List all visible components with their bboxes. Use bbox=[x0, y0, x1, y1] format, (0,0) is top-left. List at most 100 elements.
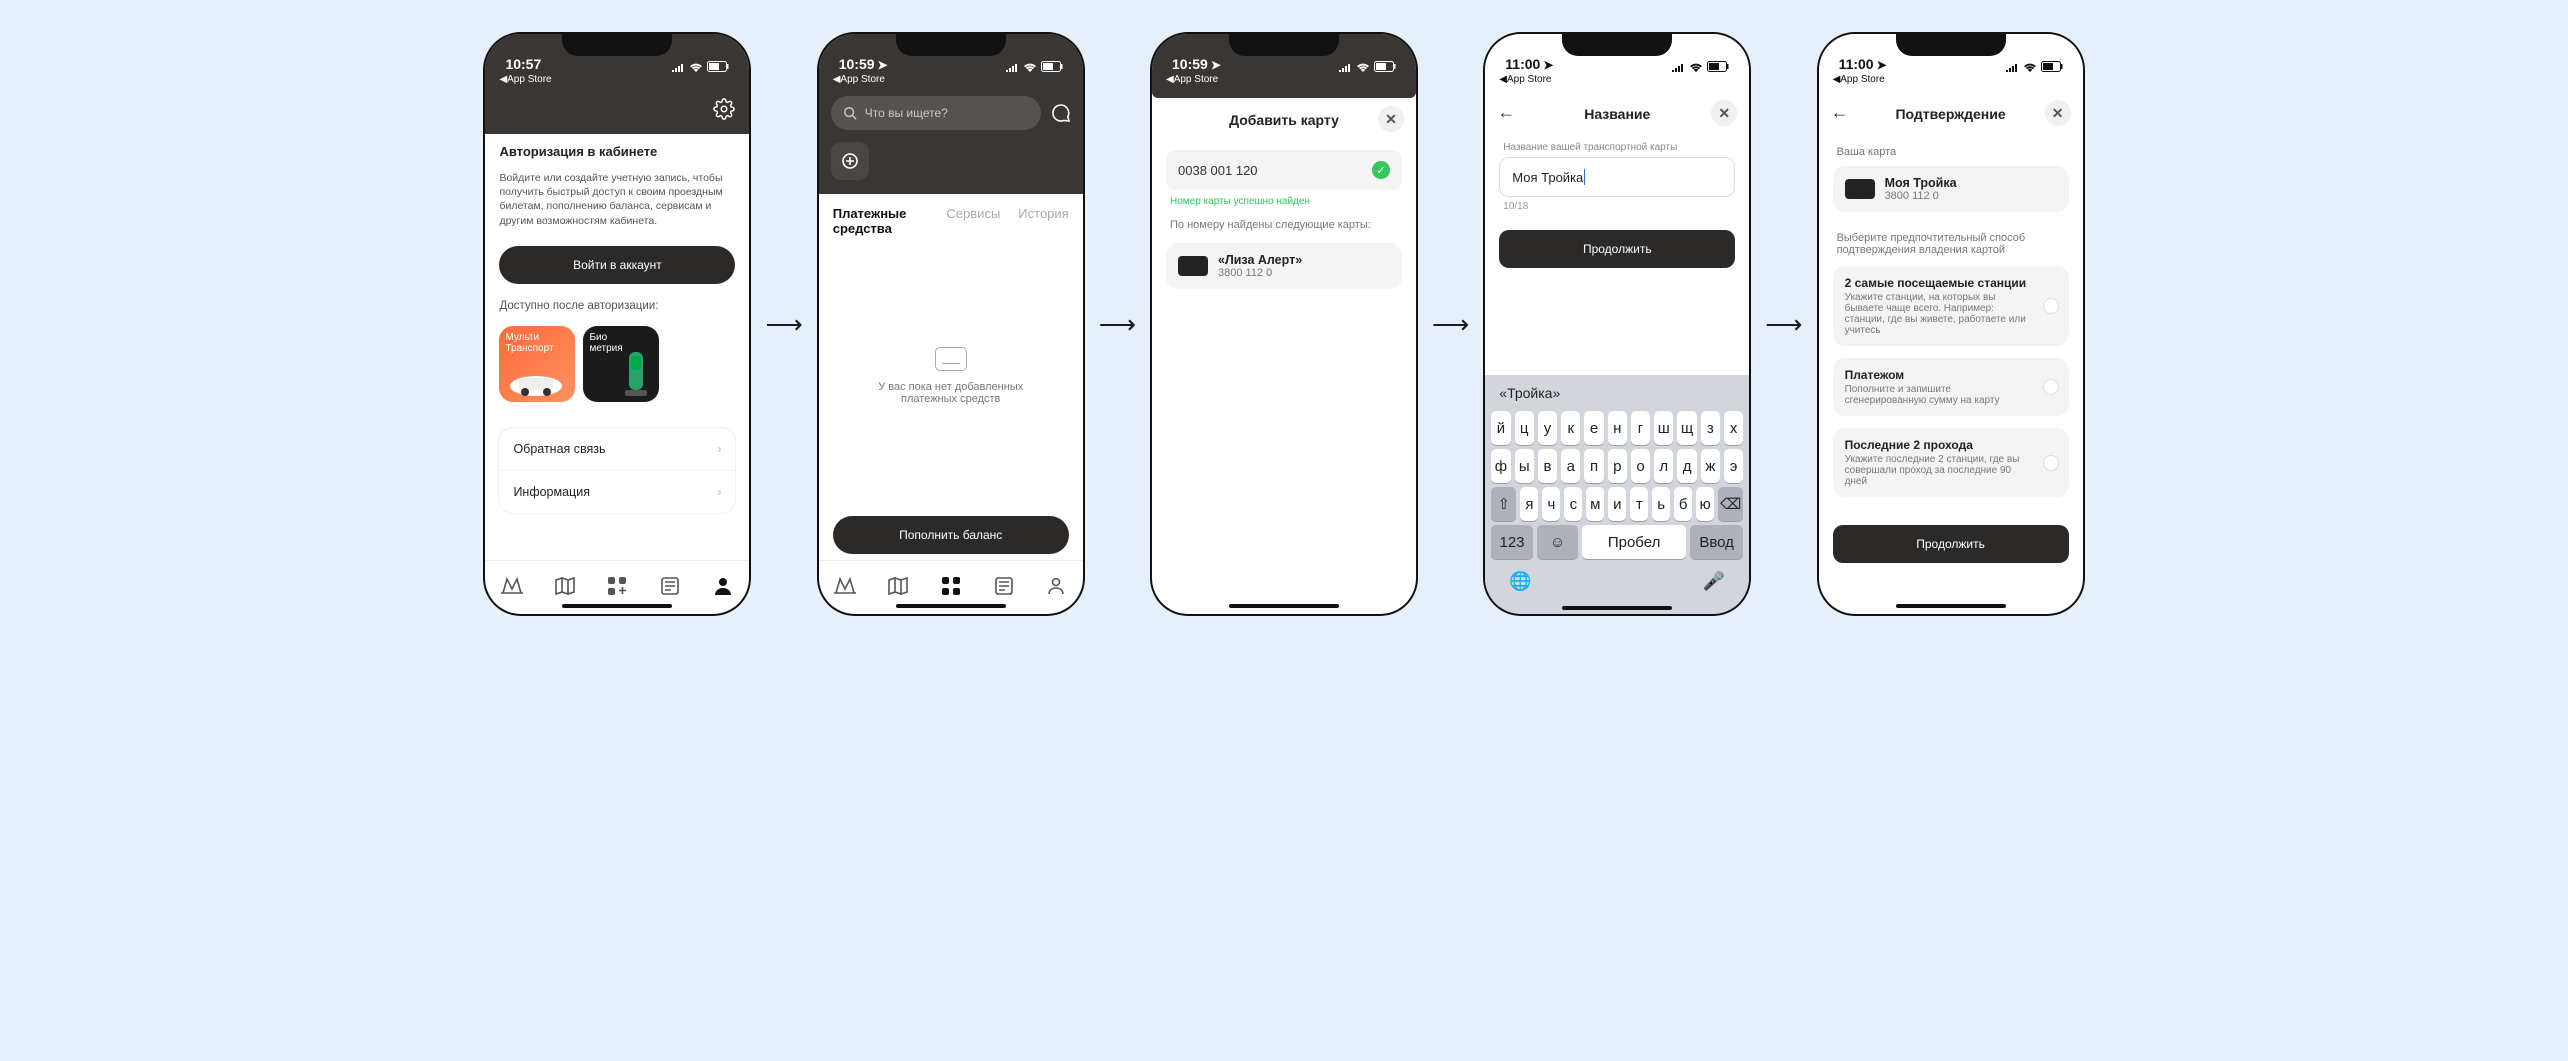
key-з[interactable]: з bbox=[1701, 411, 1720, 445]
key-у[interactable]: у bbox=[1538, 411, 1557, 445]
key-и[interactable]: и bbox=[1608, 487, 1626, 521]
key-м[interactable]: м bbox=[1586, 487, 1604, 521]
close-icon[interactable]: ✕ bbox=[1378, 106, 1404, 132]
key-с[interactable]: с bbox=[1564, 487, 1582, 521]
arrow-icon: ⟶ bbox=[1765, 309, 1802, 340]
arrow-icon: ⟶ bbox=[1099, 309, 1136, 340]
back-to-appstore[interactable]: ◀ App Store bbox=[485, 74, 749, 92]
arrow-icon: ⟶ bbox=[765, 309, 802, 340]
back-to-appstore[interactable]: ◀ App Store bbox=[819, 74, 1083, 92]
key-о[interactable]: о bbox=[1631, 449, 1650, 483]
chevron-right-icon: › bbox=[717, 442, 721, 456]
tab-news-icon[interactable] bbox=[658, 574, 682, 598]
key-а[interactable]: а bbox=[1561, 449, 1580, 483]
location-icon: ➤ bbox=[1877, 58, 1887, 72]
add-card-button[interactable] bbox=[831, 142, 869, 180]
key-ы[interactable]: ы bbox=[1515, 449, 1534, 483]
keyboard-suggestion[interactable]: «Тройка» bbox=[1489, 381, 1745, 407]
feedback-item[interactable]: Обратная связь› bbox=[499, 428, 735, 470]
key-к[interactable]: к bbox=[1561, 411, 1580, 445]
tab-metro-icon[interactable] bbox=[500, 574, 524, 598]
tab-profile-icon[interactable] bbox=[711, 574, 735, 598]
key-ь[interactable]: ь bbox=[1652, 487, 1670, 521]
promo-biometry[interactable]: Био метрия bbox=[583, 326, 659, 402]
option-stations[interactable]: 2 самые посещаемые станцииУкажите станци… bbox=[1833, 266, 2069, 346]
tab-services[interactable]: Сервисы bbox=[946, 206, 1000, 236]
back-to-appstore[interactable]: ◀ App Store bbox=[1819, 74, 2083, 92]
key-shift[interactable]: ⇧ bbox=[1491, 487, 1516, 521]
key-ш[interactable]: ш bbox=[1654, 411, 1673, 445]
key-я[interactable]: я bbox=[1520, 487, 1538, 521]
close-icon[interactable]: ✕ bbox=[2045, 100, 2071, 126]
continue-button[interactable]: Продолжить bbox=[1833, 525, 2069, 563]
settings-icon[interactable] bbox=[713, 98, 735, 120]
topup-button[interactable]: Пополнить баланс bbox=[833, 516, 1069, 554]
key-ф[interactable]: ф bbox=[1491, 449, 1510, 483]
card-icon bbox=[1845, 179, 1875, 199]
location-icon: ➤ bbox=[1211, 58, 1221, 72]
key-ж[interactable]: ж bbox=[1701, 449, 1720, 483]
key-й[interactable]: й bbox=[1491, 411, 1510, 445]
key-щ[interactable]: щ bbox=[1677, 411, 1696, 445]
back-icon[interactable]: ← bbox=[1831, 102, 1849, 123]
option-payment[interactable]: ПлатежомПополните и запишите сгенерирова… bbox=[1833, 358, 2069, 416]
key-э[interactable]: э bbox=[1724, 449, 1743, 483]
tab-services-icon[interactable] bbox=[605, 574, 629, 598]
tab-services-icon[interactable] bbox=[939, 574, 963, 598]
key-ю[interactable]: ю bbox=[1696, 487, 1714, 521]
key-п[interactable]: п bbox=[1584, 449, 1603, 483]
key-в[interactable]: в bbox=[1538, 449, 1557, 483]
mic-icon[interactable]: 🎤 bbox=[1703, 571, 1725, 592]
back-icon[interactable]: ← bbox=[1497, 102, 1515, 123]
auth-title: Авторизация в кабинете bbox=[499, 144, 735, 159]
key-ц[interactable]: ц bbox=[1515, 411, 1534, 445]
key-г[interactable]: г bbox=[1631, 411, 1650, 445]
key-enter[interactable]: Ввод bbox=[1690, 525, 1743, 559]
key-е[interactable]: е bbox=[1584, 411, 1603, 445]
key-р[interactable]: р bbox=[1608, 449, 1627, 483]
key-т[interactable]: т bbox=[1630, 487, 1648, 521]
tab-news-icon[interactable] bbox=[992, 574, 1016, 598]
found-card-item[interactable]: «Лиза Алерт» 3800 112 0 bbox=[1166, 243, 1402, 289]
tab-metro-icon[interactable] bbox=[833, 574, 857, 598]
auth-desc: Войдите или создайте учетную запись, что… bbox=[499, 171, 735, 228]
search-input[interactable]: Что вы ищете? bbox=[831, 96, 1041, 130]
card-name-input[interactable]: Моя Тройка bbox=[1499, 157, 1735, 197]
chevron-right-icon: › bbox=[717, 485, 721, 499]
continue-button[interactable]: Продолжить bbox=[1499, 230, 1735, 268]
key-emoji[interactable]: ☺ bbox=[1537, 525, 1578, 559]
key-space[interactable]: Пробел bbox=[1582, 525, 1686, 559]
globe-icon[interactable]: 🌐 bbox=[1509, 571, 1531, 592]
radio-icon bbox=[2043, 298, 2059, 314]
back-to-appstore[interactable]: ◀ App Store bbox=[1485, 74, 1749, 92]
radio-icon bbox=[2043, 379, 2059, 395]
promo-multitransport[interactable]: Мульти Транспорт bbox=[499, 326, 575, 402]
key-л[interactable]: л bbox=[1654, 449, 1673, 483]
key-н[interactable]: н bbox=[1608, 411, 1627, 445]
tab-history[interactable]: История bbox=[1018, 206, 1068, 236]
phone-2: 10:59 ➤ ◀ App Store Что вы ищете? bbox=[817, 32, 1085, 616]
key-123[interactable]: 123 bbox=[1491, 525, 1532, 559]
phone-1: 10:57 ◀ App Store Авторизация в кабинете… bbox=[483, 32, 751, 616]
login-button[interactable]: Войти в аккаунт bbox=[499, 246, 735, 284]
tab-profile-icon[interactable] bbox=[1044, 574, 1068, 598]
info-item[interactable]: Информация› bbox=[499, 470, 735, 513]
key-б[interactable]: б bbox=[1674, 487, 1692, 521]
chat-icon[interactable] bbox=[1051, 103, 1071, 123]
back-to-appstore[interactable]: ◀ App Store bbox=[1152, 74, 1416, 92]
option-passes[interactable]: Последние 2 проходаУкажите последние 2 с… bbox=[1833, 428, 2069, 497]
found-hint: По номеру найдены следующие карты: bbox=[1152, 215, 1416, 239]
your-card-label: Ваша карта bbox=[1819, 136, 2083, 162]
phone-4: 11:00 ➤ ◀ App Store ← Название ✕ Названи… bbox=[1483, 32, 1751, 616]
close-icon[interactable]: ✕ bbox=[1711, 100, 1737, 126]
your-card-item: Моя Тройка 3800 112 0 bbox=[1833, 166, 2069, 212]
tab-map-icon[interactable] bbox=[553, 574, 577, 598]
key-backspace[interactable]: ⌫ bbox=[1718, 487, 1743, 521]
success-hint: Номер карты успешно найден bbox=[1152, 194, 1416, 215]
key-д[interactable]: д bbox=[1677, 449, 1696, 483]
tab-map-icon[interactable] bbox=[886, 574, 910, 598]
key-ч[interactable]: ч bbox=[1542, 487, 1560, 521]
key-х[interactable]: х bbox=[1724, 411, 1743, 445]
tab-payments[interactable]: Платежные средства bbox=[833, 206, 929, 236]
card-number-input[interactable]: 0038 001 120 ✓ bbox=[1166, 150, 1402, 190]
